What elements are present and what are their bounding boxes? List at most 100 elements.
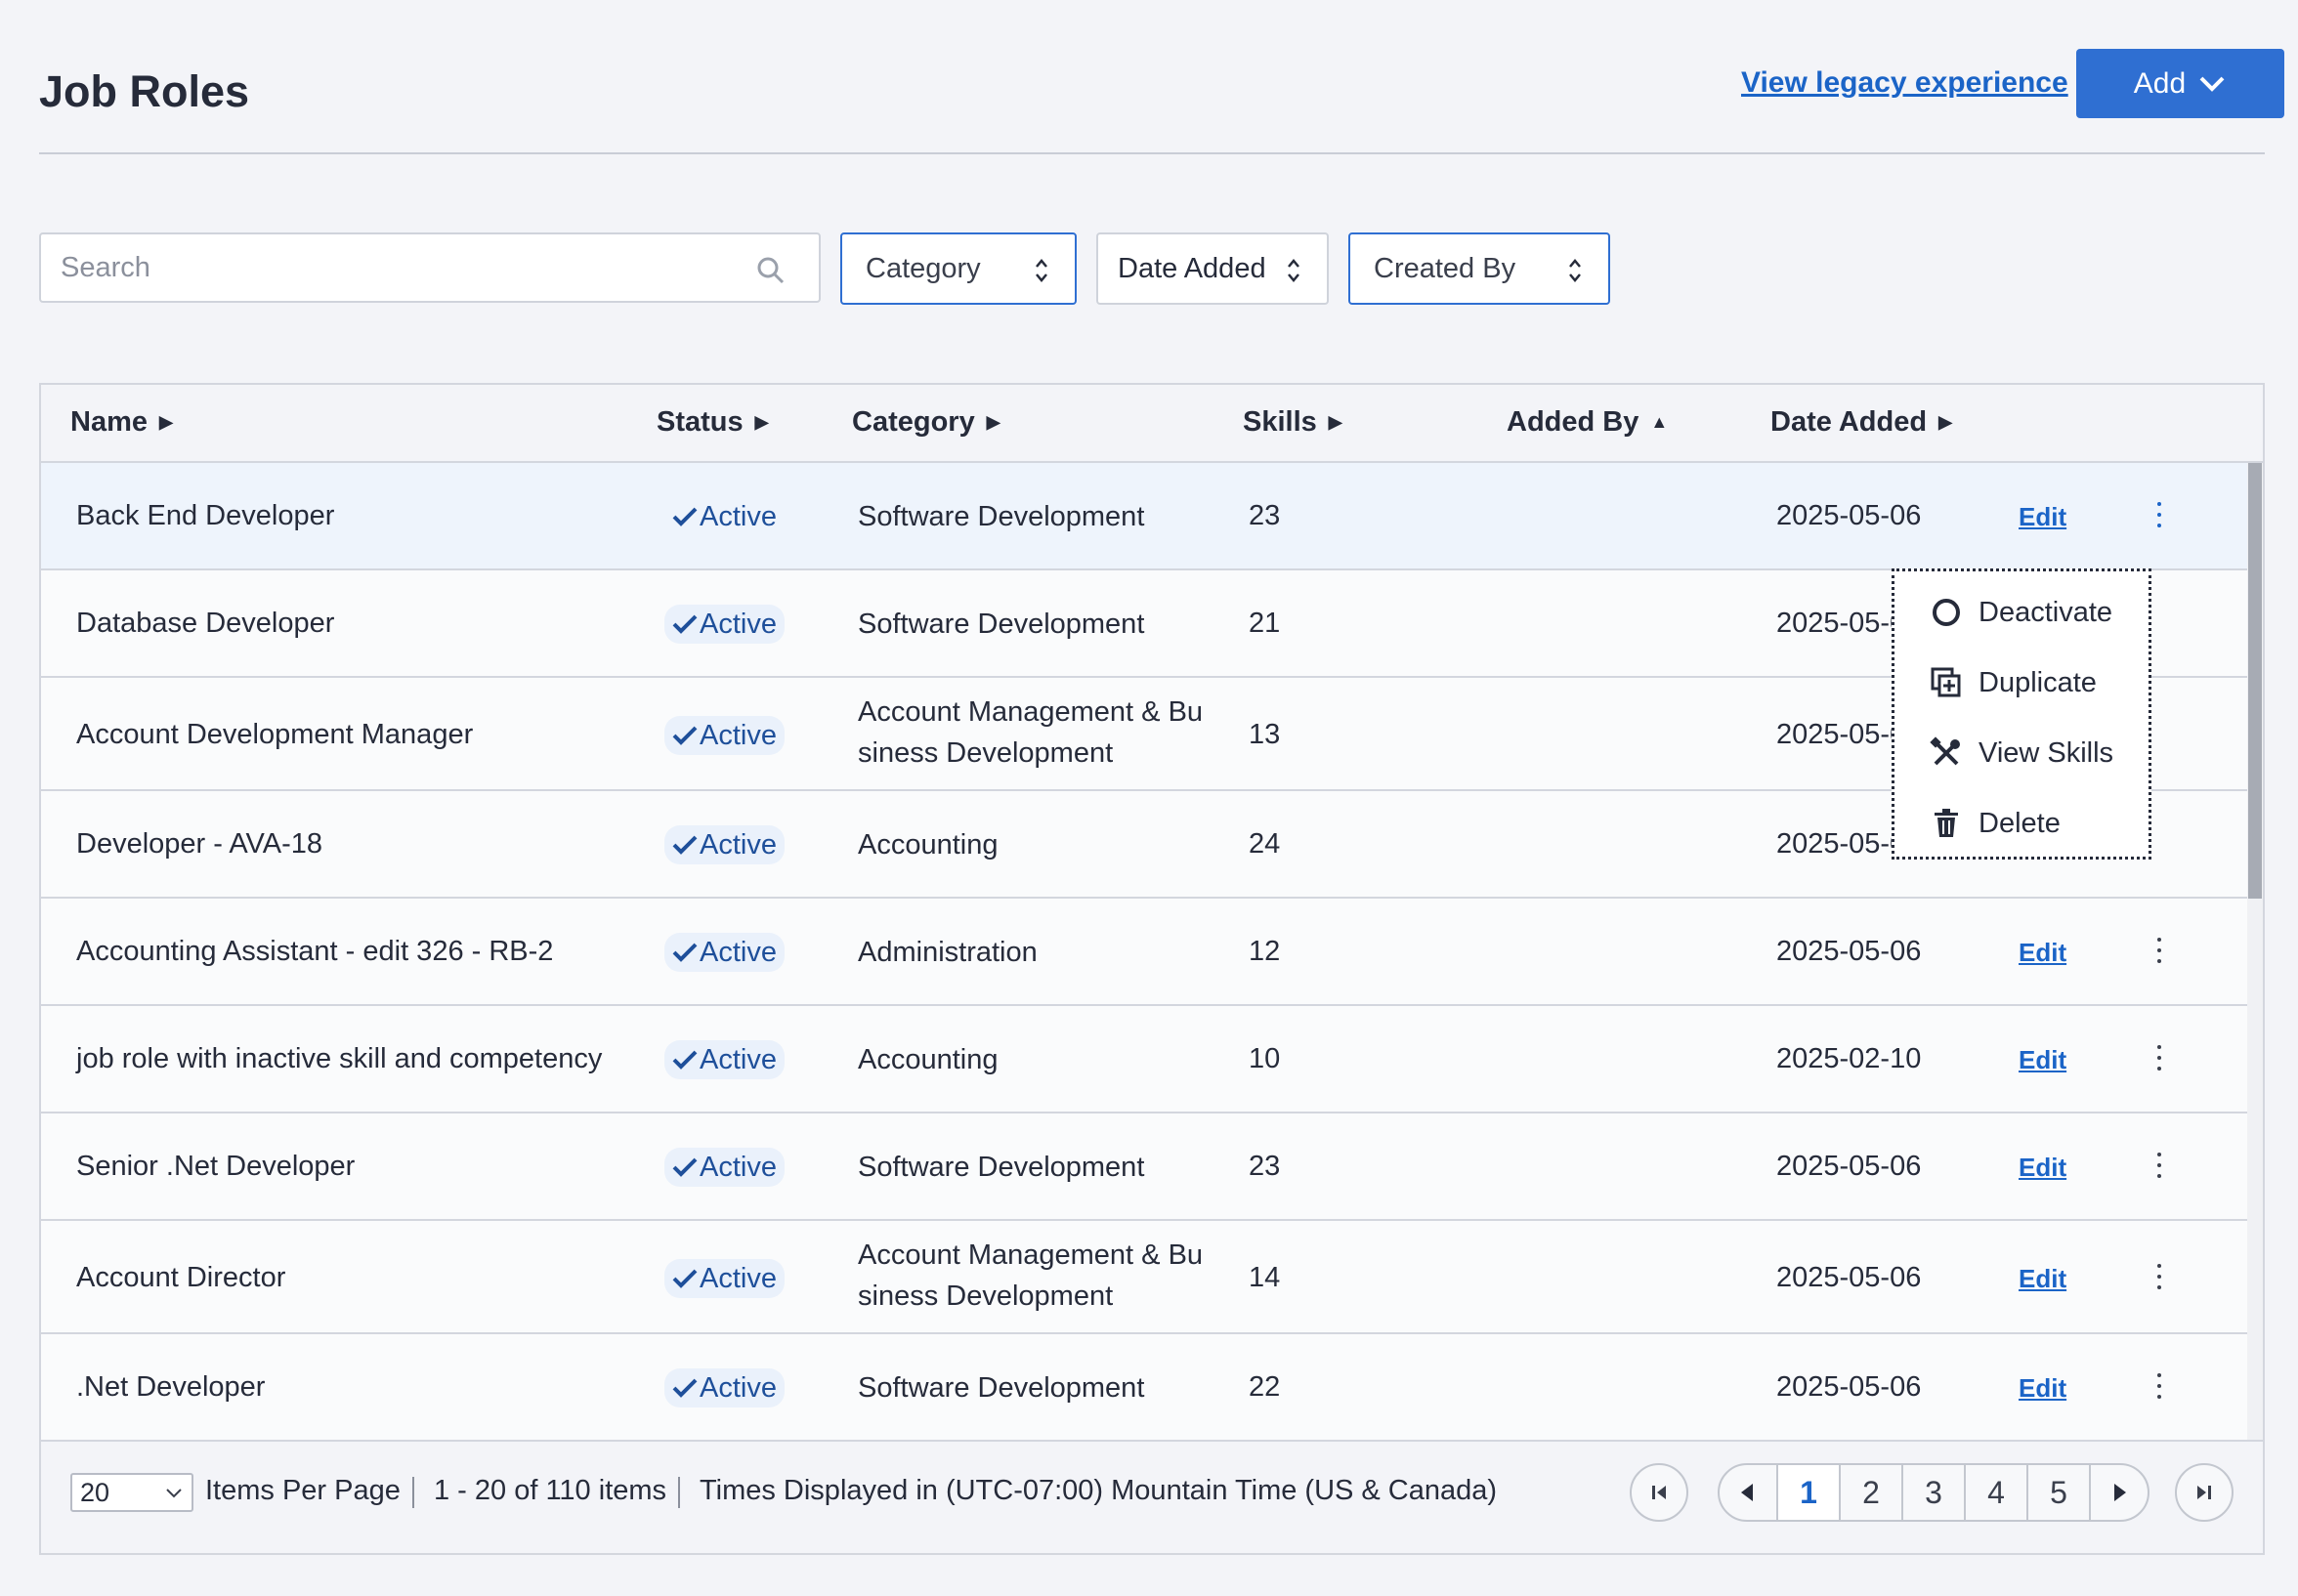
- row-name: Back End Developer: [76, 500, 335, 531]
- menu-item-view-skills[interactable]: View Skills: [1930, 732, 2113, 775]
- row-date-added: 2025-05-06: [1776, 1151, 1922, 1182]
- sort-updown-icon: [1036, 259, 1047, 282]
- status-badge: Active: [664, 716, 785, 755]
- view-legacy-link[interactable]: View legacy experience: [1741, 66, 2068, 100]
- row-date-added: 2025-05-06: [1776, 500, 1922, 531]
- category-filter-label: Category: [866, 252, 981, 284]
- row-name: Senior .Net Developer: [76, 1151, 356, 1182]
- edit-link[interactable]: Edit: [2019, 938, 2066, 968]
- caret-right-icon: ▶: [754, 412, 769, 432]
- chevron-down-icon: [2199, 76, 2225, 92]
- edit-link[interactable]: Edit: [2019, 1153, 2066, 1183]
- check-icon: [672, 726, 698, 745]
- page-3-button[interactable]: 3: [1901, 1465, 1964, 1520]
- status-label: Active: [700, 500, 777, 532]
- menu-item-label: Deactivate: [1979, 596, 2113, 628]
- row-skills: 24: [1249, 828, 1281, 860]
- table-row[interactable]: Back End Developer Active Software Devel…: [41, 463, 2247, 570]
- row-skills: 12: [1249, 936, 1281, 967]
- more-actions-icon[interactable]: [2148, 936, 2171, 965]
- circle-outline-icon: [1933, 599, 1960, 626]
- items-per-page-select[interactable]: 20: [70, 1473, 193, 1512]
- date-added-filter[interactable]: Date Added: [1096, 232, 1329, 305]
- row-skills: 22: [1249, 1371, 1281, 1403]
- column-header-label: Category: [852, 406, 975, 438]
- column-header-name[interactable]: Name ▶: [70, 406, 173, 439]
- items-per-page-label: Items Per Page: [205, 1475, 401, 1506]
- row-category: Accounting: [858, 1044, 999, 1075]
- table-header: Name ▶ Status ▶ Category ▶ Skills ▶ Added By…: [41, 385, 2263, 463]
- category-filter[interactable]: Category: [840, 232, 1077, 305]
- caret-right-icon: ▶: [986, 412, 1000, 432]
- created-by-filter[interactable]: Created By: [1348, 232, 1610, 305]
- column-header-label: Added By: [1507, 406, 1639, 438]
- column-header-added-by[interactable]: Added By ▲: [1507, 406, 1668, 439]
- more-actions-icon[interactable]: [2148, 1262, 2171, 1291]
- row-skills: 23: [1249, 1151, 1281, 1182]
- page-header: Job Roles View legacy experience Add: [39, 49, 2284, 154]
- next-page-button[interactable]: [2089, 1465, 2148, 1520]
- more-actions-icon[interactable]: [2148, 500, 2171, 529]
- items-range: 1 - 20 of 110 items: [434, 1475, 667, 1506]
- add-button[interactable]: Add: [2076, 49, 2284, 118]
- edit-link[interactable]: Edit: [2019, 1045, 2066, 1075]
- first-page-button[interactable]: [1630, 1463, 1688, 1522]
- page-4-button[interactable]: 4: [1964, 1465, 2026, 1520]
- sort-updown-icon: [1288, 259, 1299, 282]
- row-skills: 10: [1249, 1043, 1281, 1074]
- check-icon: [672, 835, 698, 855]
- more-actions-icon[interactable]: [2148, 1043, 2171, 1072]
- status-label: Active: [700, 719, 777, 751]
- row-category: Account Management & Business Developmen…: [858, 1239, 1204, 1312]
- row-category: Software Development: [858, 1152, 1145, 1183]
- row-name: .Net Developer: [76, 1371, 266, 1403]
- more-actions-icon[interactable]: [2148, 1151, 2171, 1180]
- row-name: Accounting Assistant - edit 326 - RB-2: [76, 936, 554, 967]
- check-icon: [672, 1050, 698, 1070]
- column-header-date-added[interactable]: Date Added ▶: [1770, 406, 1952, 439]
- table-row[interactable]: Account Director Active Account Manageme…: [41, 1221, 2247, 1334]
- status-badge: Active: [664, 1148, 785, 1187]
- check-icon: [672, 614, 698, 634]
- created-by-filter-label: Created By: [1374, 252, 1516, 284]
- page-5-button[interactable]: 5: [2026, 1465, 2089, 1520]
- row-name: Account Director: [76, 1262, 286, 1293]
- table-row[interactable]: job role with inactive skill and compete…: [41, 1006, 2247, 1113]
- status-label: Active: [700, 828, 777, 861]
- page-1-button[interactable]: 1: [1776, 1465, 1839, 1520]
- table-row[interactable]: .Net Developer Active Software Developme…: [41, 1334, 2247, 1440]
- row-skills: 23: [1249, 500, 1281, 531]
- status-label: Active: [700, 1151, 777, 1183]
- row-date-added: 2025-05-0: [1776, 608, 1906, 639]
- table-scrollbar[interactable]: [2247, 463, 2263, 1440]
- previous-page-button[interactable]: [1720, 1465, 1776, 1520]
- scrollbar-thumb[interactable]: [2248, 463, 2262, 899]
- page-2-button[interactable]: 2: [1839, 1465, 1901, 1520]
- menu-item-delete[interactable]: Delete: [1930, 802, 2061, 845]
- row-category: Account Management & Business Developmen…: [858, 696, 1204, 769]
- column-header-skills[interactable]: Skills ▶: [1243, 406, 1342, 439]
- last-page-button[interactable]: [2175, 1463, 2234, 1522]
- row-date-added: 2025-05-0: [1776, 719, 1906, 750]
- menu-item-duplicate[interactable]: Duplicate: [1930, 661, 2097, 704]
- duplicate-icon: [1931, 667, 1961, 697]
- column-header-status[interactable]: Status ▶: [657, 406, 768, 439]
- status-badge: Active: [664, 933, 785, 972]
- edit-link[interactable]: Edit: [2019, 502, 2066, 532]
- row-date-added: 2025-05-06: [1776, 936, 1922, 967]
- more-actions-icon[interactable]: [2148, 1371, 2171, 1401]
- edit-link[interactable]: Edit: [2019, 1264, 2066, 1294]
- last-page-icon: [2197, 1486, 2211, 1499]
- table-row[interactable]: Senior .Net Developer Active Software De…: [41, 1113, 2247, 1221]
- first-page-icon: [1652, 1486, 1666, 1499]
- menu-item-deactivate[interactable]: Deactivate: [1930, 591, 2112, 634]
- table-row[interactable]: Accounting Assistant - edit 326 - RB-2 A…: [41, 899, 2247, 1006]
- edit-link[interactable]: Edit: [2019, 1373, 2066, 1404]
- column-header-label: Skills: [1243, 406, 1317, 438]
- status-badge: Active: [664, 1259, 785, 1298]
- column-header-category[interactable]: Category ▶: [852, 406, 1000, 439]
- row-category: Administration: [858, 937, 1038, 968]
- items-per-page-value: 20: [80, 1477, 110, 1507]
- search-input[interactable]: [41, 234, 764, 301]
- caret-right-icon: ▶: [1938, 412, 1952, 432]
